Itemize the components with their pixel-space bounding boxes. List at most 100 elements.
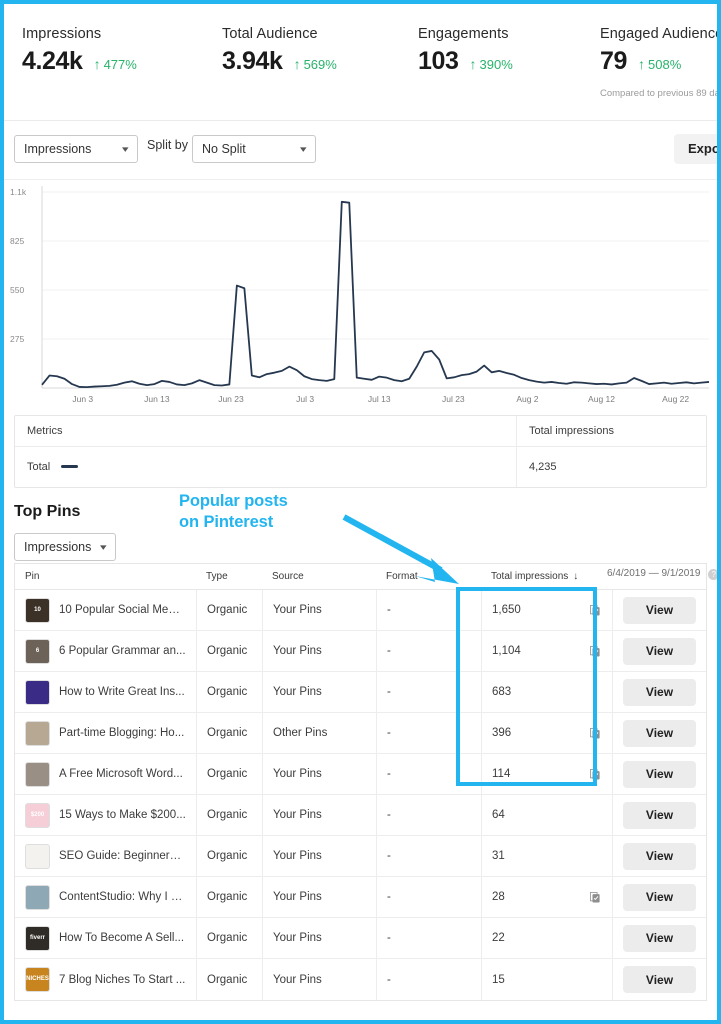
pin-title[interactable]: A Free Microsoft Word...: [59, 768, 183, 780]
table-row[interactable]: 10 10 Popular Social Medi... Organic Your P…: [15, 590, 706, 631]
cell-format: -: [376, 590, 481, 630]
svg-text:275: 275: [10, 334, 24, 344]
svg-text:Aug 2: Aug 2: [516, 394, 538, 404]
kpi-engaged-audience-value: 79: [600, 47, 628, 75]
header-impressions[interactable]: Total impressions ↓: [481, 564, 612, 589]
header-format[interactable]: Format: [376, 564, 481, 589]
kpi-engagements: Engagements 103 ↑ 390%: [418, 26, 513, 76]
pin-title[interactable]: 7 Blog Niches To Start ...: [59, 974, 185, 986]
cell-format: -: [376, 754, 481, 794]
header-pin[interactable]: Pin: [15, 571, 196, 582]
pin-title[interactable]: SEO Guide: Beginners' ...: [59, 850, 186, 862]
pinterest-analytics-screenshot: Impressions 4.24k ↑ 477% Total Audience …: [0, 0, 721, 1024]
pin-thumbnail[interactable]: 10: [25, 597, 50, 623]
cell-actions: View: [612, 631, 706, 671]
copy-icon[interactable]: [590, 891, 600, 903]
export-button[interactable]: Export: [674, 134, 717, 164]
pin-title[interactable]: 15 Ways to Make $200...: [59, 809, 186, 821]
pin-thumbnail[interactable]: [25, 679, 50, 705]
cell-format: -: [376, 713, 481, 753]
cell-impressions-value: 683: [492, 686, 512, 698]
cell-format: -: [376, 959, 481, 1000]
cell-source: Your Pins: [262, 959, 376, 1000]
view-button[interactable]: View: [623, 678, 696, 706]
svg-text:Jun 23: Jun 23: [218, 394, 244, 404]
cell-type: Organic: [196, 590, 262, 630]
pin-title[interactable]: How to Write Great Ins...: [59, 686, 185, 698]
table-row[interactable]: How to Write Great Ins... Organic Your Pin…: [15, 672, 706, 713]
cell-impressions: 22: [481, 918, 612, 958]
header-type[interactable]: Type: [196, 564, 262, 589]
view-button[interactable]: View: [623, 842, 696, 870]
table-row[interactable]: $200 15 Ways to Make $200... Organic Your P…: [15, 795, 706, 836]
kpi-engagements-delta: ↑ 390%: [470, 57, 513, 72]
top-pins-metric-select[interactable]: Impressions ▾: [14, 533, 116, 561]
top-pins-table: Pin Type Source Format Total impressions…: [14, 563, 707, 1001]
table-row[interactable]: A Free Microsoft Word... Organic Your Pins…: [15, 754, 706, 795]
pin-thumbnail[interactable]: 6: [25, 638, 50, 664]
pin-thumbnail[interactable]: [25, 720, 50, 746]
table-row[interactable]: SEO Guide: Beginners' ... Organic Your Pin…: [15, 836, 706, 877]
pin-title[interactable]: How To Become A Sell...: [59, 932, 184, 944]
pin-title[interactable]: 10 Popular Social Medi...: [59, 604, 186, 616]
table-row[interactable]: fiverr How To Become A Sell... Organic Your…: [15, 918, 706, 959]
cell-source: Your Pins: [262, 672, 376, 712]
pin-thumbnail[interactable]: [25, 884, 50, 910]
cell-impressions-value: 114: [492, 768, 511, 780]
cell-type: Organic: [196, 795, 262, 835]
sort-descending-icon: ↓: [573, 571, 579, 582]
pin-thumbnail[interactable]: [25, 761, 50, 787]
chart-canvas: 1.1k 825 550 275 Jun 3 Jun 13 Jun 23 Jul 3 Jul 1…: [10, 186, 710, 404]
view-button[interactable]: View: [623, 719, 696, 747]
impressions-line-chart: 1.1k 825 550 275 Jun 3 Jun 13 Jun 23 Jul 3 Jul 1…: [4, 179, 717, 415]
table-row[interactable]: ContentStudio: Why I S... Organic Your Pin…: [15, 877, 706, 918]
view-button[interactable]: View: [623, 801, 696, 829]
copy-icon[interactable]: [590, 645, 600, 657]
view-button[interactable]: View: [623, 966, 696, 993]
view-button[interactable]: View: [623, 637, 696, 665]
kpi-impressions-delta-value: 477%: [103, 57, 137, 72]
pin-thumbnail[interactable]: [25, 843, 50, 869]
cell-impressions: 1,650: [481, 590, 612, 630]
copy-icon[interactable]: [590, 768, 600, 780]
pin-title[interactable]: 6 Popular Grammar an...: [59, 645, 186, 657]
copy-icon[interactable]: [590, 727, 600, 739]
view-button[interactable]: View: [623, 596, 696, 624]
pin-thumbnail[interactable]: fiverr: [25, 925, 50, 951]
table-row[interactable]: Part-time Blogging: Ho... Organic Other Pi…: [15, 713, 706, 754]
kpi-total-audience-delta-value: 569%: [303, 57, 337, 72]
chevron-down-icon: ▾: [300, 143, 308, 154]
cell-impressions: 683: [481, 672, 612, 712]
metrics-table-row: Total 4,235: [15, 447, 706, 487]
help-icon[interactable]: ?: [708, 569, 717, 580]
cell-actions: View: [612, 959, 706, 1000]
arrow-up-icon: ↑: [638, 56, 646, 72]
view-button[interactable]: View: [623, 924, 696, 952]
table-row[interactable]: NICHES 7 Blog Niches To Start ... Organic Y…: [15, 959, 706, 1000]
cell-impressions: 1,104: [481, 631, 612, 671]
copy-icon[interactable]: [590, 604, 600, 616]
pin-title[interactable]: Part-time Blogging: Ho...: [59, 727, 184, 739]
split-by-select-value: No Split: [202, 142, 246, 156]
cell-pin: ContentStudio: Why I S...: [15, 884, 196, 910]
pin-title[interactable]: ContentStudio: Why I S...: [59, 891, 186, 903]
view-button[interactable]: View: [623, 760, 696, 788]
pin-thumbnail[interactable]: $200: [25, 802, 50, 828]
cell-type: Organic: [196, 918, 262, 958]
pin-thumbnail[interactable]: NICHES: [25, 967, 50, 992]
cell-pin: fiverr How To Become A Sell...: [15, 925, 196, 951]
cell-impressions: 396: [481, 713, 612, 753]
svg-text:Jun 13: Jun 13: [144, 394, 170, 404]
table-row[interactable]: 6 6 Popular Grammar an... Organic Your Pins…: [15, 631, 706, 672]
cell-impressions-value: 1,650: [492, 604, 521, 616]
split-by-select[interactable]: No Split ▾: [192, 135, 316, 163]
view-button[interactable]: View: [623, 883, 696, 911]
kpi-engagements-delta-value: 390%: [479, 57, 513, 72]
split-by-label: Split by: [147, 138, 188, 152]
metric-select[interactable]: Impressions ▾: [14, 135, 138, 163]
cell-format: -: [376, 918, 481, 958]
header-source[interactable]: Source: [262, 564, 376, 589]
cell-impressions-value: 31: [492, 850, 505, 862]
cell-actions: View: [612, 713, 706, 753]
cell-pin: Part-time Blogging: Ho...: [15, 720, 196, 746]
